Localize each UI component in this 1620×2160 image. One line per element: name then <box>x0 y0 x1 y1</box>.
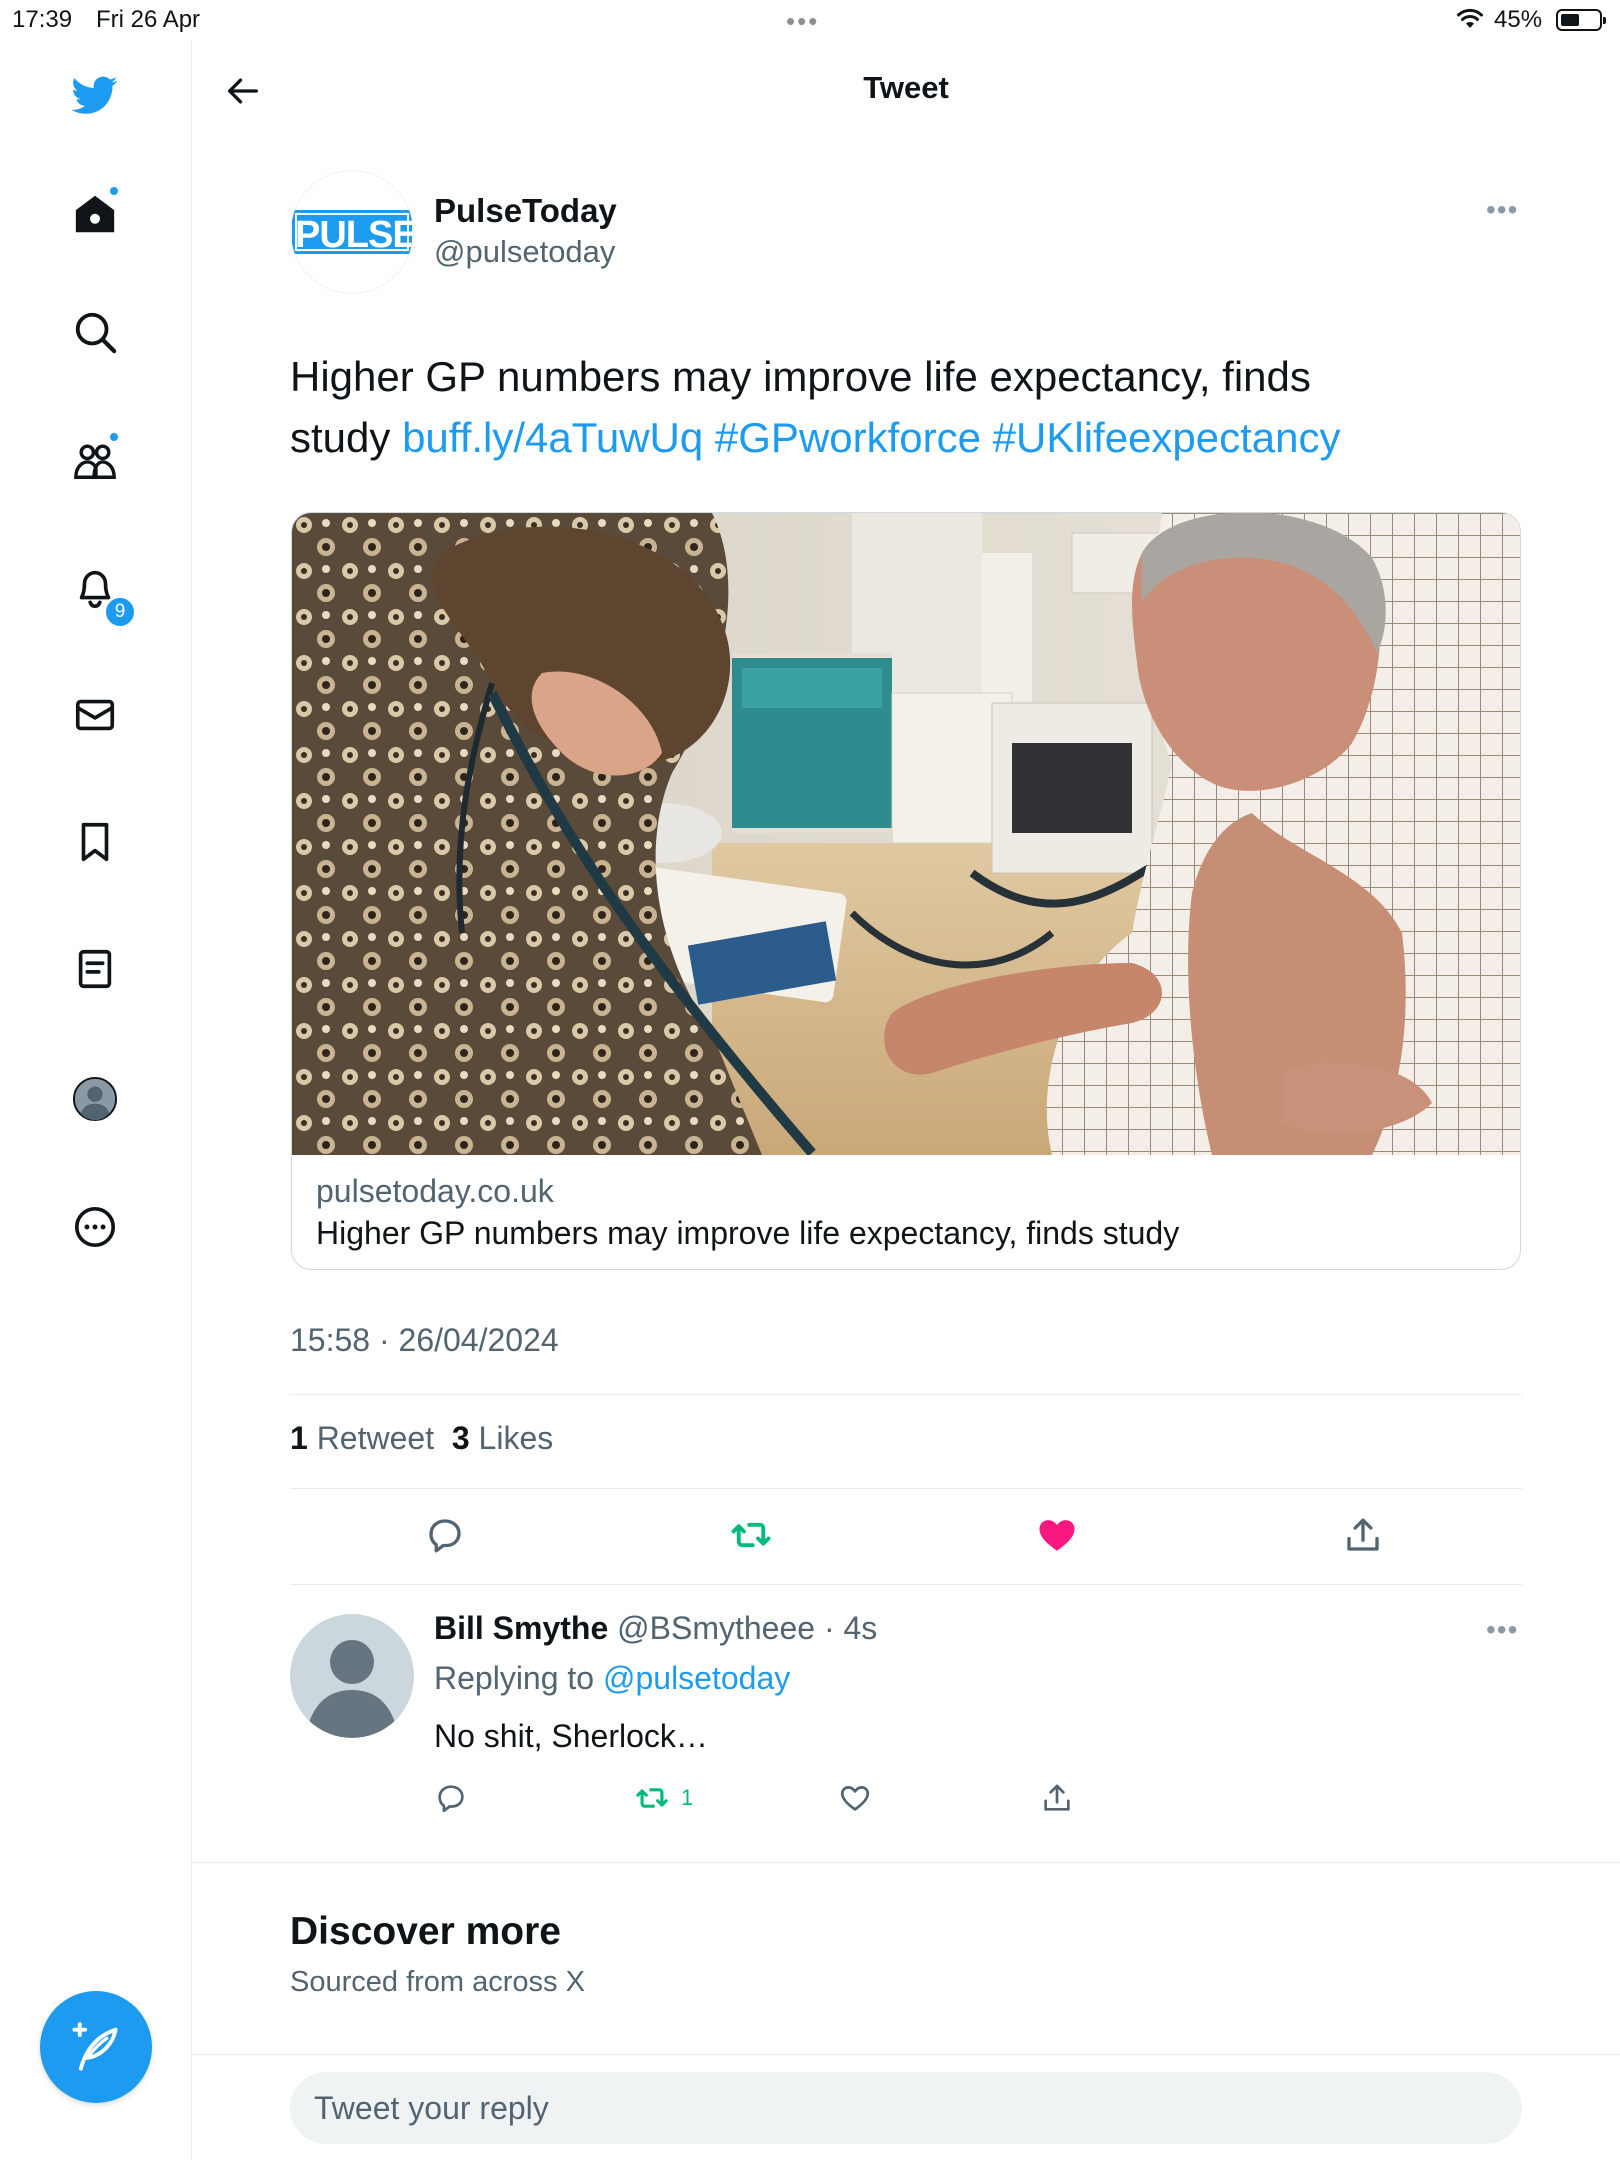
reply-time: · 4s <box>823 1610 878 1646</box>
hashtag-gpworkforce[interactable]: #GPworkforce <box>715 414 981 461</box>
reply-share-button[interactable] <box>1040 1778 1074 1818</box>
reply-reply-button[interactable] <box>434 1778 468 1818</box>
discover-more-heading: Discover more <box>290 1910 561 1953</box>
sidebar-item-home[interactable] <box>66 185 124 243</box>
back-button[interactable] <box>218 66 268 116</box>
tweet-link[interactable]: buff.ly/4aTuwUq <box>402 414 703 461</box>
back-arrow-icon <box>228 78 258 104</box>
reply-icon <box>438 1785 464 1813</box>
home-unread-dot <box>108 185 120 197</box>
likes-count: 3 <box>451 1420 470 1456</box>
retweet-button[interactable] <box>726 1510 776 1560</box>
discover-more-subtitle: Sourced from across X <box>290 1966 585 1998</box>
composer-divider <box>192 2054 1620 2055</box>
search-icon <box>75 312 117 354</box>
share-icon <box>1044 1784 1070 1811</box>
retweet-icon <box>636 1788 668 1808</box>
author-handle[interactable]: @pulsetoday <box>434 234 615 270</box>
compose-tweet-button[interactable] <box>40 1991 152 2103</box>
sidebar-item-profile[interactable] <box>66 1070 124 1128</box>
reply-retweet-button[interactable]: 1 <box>635 1778 693 1818</box>
page-title: Tweet <box>863 70 949 105</box>
tweet-text-line1: Higher GP numbers may improve life expec… <box>290 353 1311 400</box>
link-preview-card[interactable]: pulsetoday.co.uk Higher GP numbers may i… <box>291 512 1521 1270</box>
lists-icon <box>78 949 112 989</box>
reply-retweet-count: 1 <box>681 1785 694 1810</box>
card-domain: pulsetoday.co.uk <box>316 1173 554 1209</box>
heart-filled-icon <box>1039 1520 1075 1551</box>
share-icon <box>1347 1518 1379 1551</box>
replying-to: Replying to @pulsetoday <box>434 1660 790 1697</box>
reply-text: No shit, Sherlock… <box>434 1718 708 1754</box>
share-button[interactable] <box>1338 1510 1388 1560</box>
reply-author-name[interactable]: Bill Smythe <box>434 1610 608 1646</box>
reply-author-avatar[interactable] <box>290 1614 414 1738</box>
replying-to-mention[interactable]: @pulsetoday <box>603 1660 790 1696</box>
profile-avatar-icon <box>72 1076 118 1122</box>
tweet-stats: 1 Retweet 3 Likes <box>290 1420 553 1457</box>
pulse-logo: PULSE <box>292 210 413 256</box>
section-divider <box>192 1862 1620 1863</box>
compose-feather-icon <box>72 2022 118 2071</box>
gp-consultation-photo <box>292 513 1520 1155</box>
heart-outline-icon <box>840 1786 870 1811</box>
reply-icon <box>429 1519 461 1553</box>
divider <box>290 1488 1522 1489</box>
sidebar-item-bookmarks[interactable] <box>66 813 124 871</box>
divider <box>290 1584 1522 1585</box>
wifi-icon <box>1457 8 1483 28</box>
status-time: 17:39 <box>12 6 73 33</box>
retweets-count: 1 <box>290 1420 308 1456</box>
multitasking-dots-icon[interactable]: ••• <box>786 6 819 37</box>
home-icon <box>75 195 115 233</box>
sidebar-item-messages[interactable] <box>66 686 124 744</box>
communities-unread-dot <box>108 431 120 443</box>
likes-label: Likes <box>478 1420 554 1456</box>
more-circle-icon <box>74 1206 116 1248</box>
sidebar-item-communities[interactable] <box>66 431 124 489</box>
sidebar-item-more[interactable] <box>66 1198 124 1256</box>
retweets-stat[interactable]: 1 Retweet <box>290 1420 434 1456</box>
default-avatar-icon <box>308 1640 396 1738</box>
status-bar: 17:39 Fri 26 Apr ••• 45% <box>0 0 1620 40</box>
replying-to-label: Replying to <box>434 1660 603 1696</box>
card-title: Higher GP numbers may improve life expec… <box>316 1215 1180 1251</box>
retweet-icon <box>731 1522 771 1548</box>
battery-percent: 45% <box>1494 6 1543 33</box>
retweets-label: Retweet <box>316 1420 435 1456</box>
likes-stat[interactable]: 3 Likes <box>452 1420 553 1456</box>
bookmark-icon <box>81 822 109 862</box>
sidebar-nav: 9 <box>0 40 192 2160</box>
communities-icon <box>74 444 116 479</box>
reply-button[interactable] <box>420 1510 470 1560</box>
sidebar-item-search[interactable] <box>66 303 124 361</box>
tweet-text-line2: study <box>290 414 403 461</box>
hashtag-uklifeexpectancy[interactable]: #UKlifeexpectancy <box>993 414 1341 461</box>
like-button[interactable] <box>1032 1510 1082 1560</box>
battery-icon <box>1556 9 1606 31</box>
reply-author-handle[interactable]: @BSmytheee <box>617 1610 815 1646</box>
tweet-timestamp[interactable]: 15:58 · 26/04/2024 <box>290 1322 559 1359</box>
status-date: Fri 26 Apr <box>96 6 201 33</box>
author-avatar[interactable]: PULSE <box>290 170 414 294</box>
twitter-logo-icon[interactable] <box>66 66 124 124</box>
tweet-more-options-icon[interactable]: ••• <box>1486 194 1518 226</box>
card-image[interactable] <box>292 513 1520 1155</box>
tweet-text: Higher GP numbers may improve life expec… <box>290 346 1530 468</box>
reply-more-options-icon[interactable]: ••• <box>1486 1614 1518 1646</box>
reply-like-button[interactable] <box>838 1778 872 1818</box>
reply-header: Bill Smythe @BSmytheee · 4s <box>434 1610 877 1647</box>
divider <box>290 1394 1522 1395</box>
sidebar-item-lists[interactable] <box>66 940 124 998</box>
mail-icon <box>75 699 115 731</box>
reply-input[interactable] <box>314 2072 1494 2144</box>
notification-badge: 9 <box>104 596 136 628</box>
author-name[interactable]: PulseToday <box>434 192 617 230</box>
reply-composer[interactable] <box>290 2072 1522 2144</box>
